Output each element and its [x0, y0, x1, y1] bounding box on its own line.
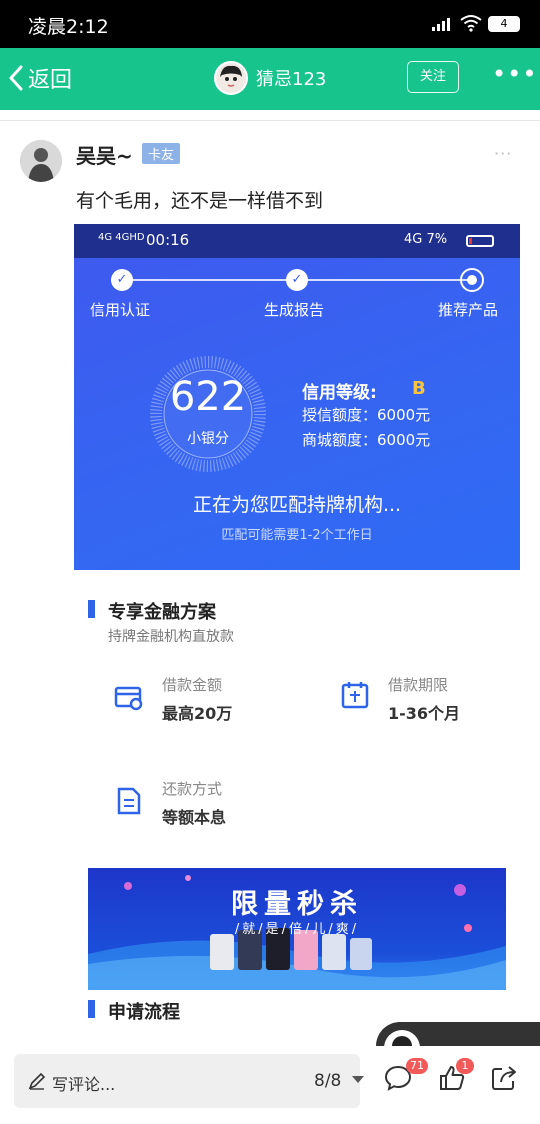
comment-count-badge: 71	[406, 1058, 428, 1074]
post-more-icon[interactable]: ···	[494, 144, 512, 163]
inner-status-right: 4G 7%	[404, 232, 448, 247]
status-time: 凌晨2:12	[28, 16, 109, 38]
repayment-value: 等额本息	[162, 808, 227, 827]
section-marker	[88, 600, 95, 618]
process-title: 申请流程	[108, 1002, 180, 1023]
credit-limit: 授信额度：6000元	[302, 406, 431, 424]
score-label: 小银分	[187, 431, 229, 447]
comment-placeholder: 写评论...	[52, 1075, 116, 1094]
step-label: 生成报告	[264, 301, 325, 319]
wifi-icon	[460, 14, 482, 36]
section-marker	[88, 1000, 95, 1018]
pen-icon	[28, 1072, 46, 1090]
matching-subtext: 匹配可能需要1-2个工作日	[221, 528, 373, 543]
credit-level: B	[412, 378, 426, 399]
page-indicator[interactable]: 8/8	[314, 1071, 341, 1091]
check-icon: ✓	[286, 269, 308, 291]
more-icon[interactable]: •••	[492, 62, 537, 86]
back-label: 返回	[28, 68, 73, 93]
inner-time: 00:16	[146, 231, 190, 249]
inner-network: 4G 4GHD	[98, 232, 145, 243]
loan-amount-value: 最高20万	[162, 704, 233, 723]
caret-down-icon[interactable]	[352, 1076, 364, 1083]
post-image[interactable]: 4G 4GHD 00:16 4G 7% ✓ ✓ 信用认证 生成报告 推荐产品 6…	[74, 224, 520, 1046]
comment-input[interactable]: 写评论... 8/8	[14, 1054, 364, 1108]
nav-bar: 返回 猜忌123 关注 •••	[0, 48, 540, 110]
author-avatar[interactable]	[20, 140, 62, 182]
flash-sale-banner: 限量秒杀 /就/是/倍/儿/爽/	[88, 868, 506, 990]
check-icon: ✓	[111, 269, 133, 291]
credit-score: 622	[169, 374, 247, 420]
battery-icon: 4	[488, 16, 520, 32]
avatar	[214, 61, 248, 95]
like-count-badge: 1	[456, 1058, 474, 1074]
loan-amount-label: 借款金额	[162, 676, 223, 694]
mall-limit: 商城额度：6000元	[302, 431, 431, 449]
matching-text: 正在为您匹配持牌机构...	[192, 494, 402, 516]
signal-icon	[432, 16, 454, 35]
step-label: 推荐产品	[438, 301, 499, 319]
credit-level-label: 信用等级:	[302, 383, 377, 403]
nav-username: 猜忌123	[256, 69, 327, 90]
section-subtitle: 持牌金融机构直放款	[108, 629, 234, 645]
follow-button[interactable]: 关注	[407, 61, 459, 93]
credit-report-header: 4G 4GHD 00:16 4G 7% ✓ ✓ 信用认证 生成报告 推荐产品 6…	[74, 224, 520, 570]
bottom-bar: 写评论... 8/8 71 1	[0, 1046, 540, 1124]
author-name[interactable]: 吴吴~	[76, 140, 133, 169]
step-label: 信用认证	[90, 301, 151, 319]
chevron-left-icon	[9, 65, 23, 91]
loan-term-label: 借款期限	[388, 676, 449, 694]
divider	[0, 120, 540, 121]
banner-title: 限量秒杀	[231, 889, 363, 920]
inner-battery-icon	[466, 235, 494, 247]
inner-status-bar: 4G 4GHD 00:16 4G 7%	[74, 224, 520, 258]
back-button[interactable]: 返回	[8, 60, 72, 96]
banner-subtitle: /就/是/倍/儿/爽/	[234, 922, 360, 937]
author-badge: 卡友	[142, 143, 181, 164]
repayment-label: 还款方式	[162, 780, 223, 798]
section-title: 专享金融方案	[108, 602, 216, 623]
document-icon	[117, 787, 141, 815]
nav-user[interactable]: 猜忌123	[214, 60, 326, 96]
status-bar: 凌晨2:12 4	[0, 0, 540, 48]
post-text: 有个毛用，还不是一样借不到	[76, 190, 324, 212]
card-icon	[114, 686, 143, 711]
share-icon[interactable]	[490, 1064, 518, 1092]
current-step-icon	[460, 268, 484, 292]
calendar-icon	[341, 682, 369, 709]
loan-term-value: 1-36个月	[388, 704, 461, 723]
